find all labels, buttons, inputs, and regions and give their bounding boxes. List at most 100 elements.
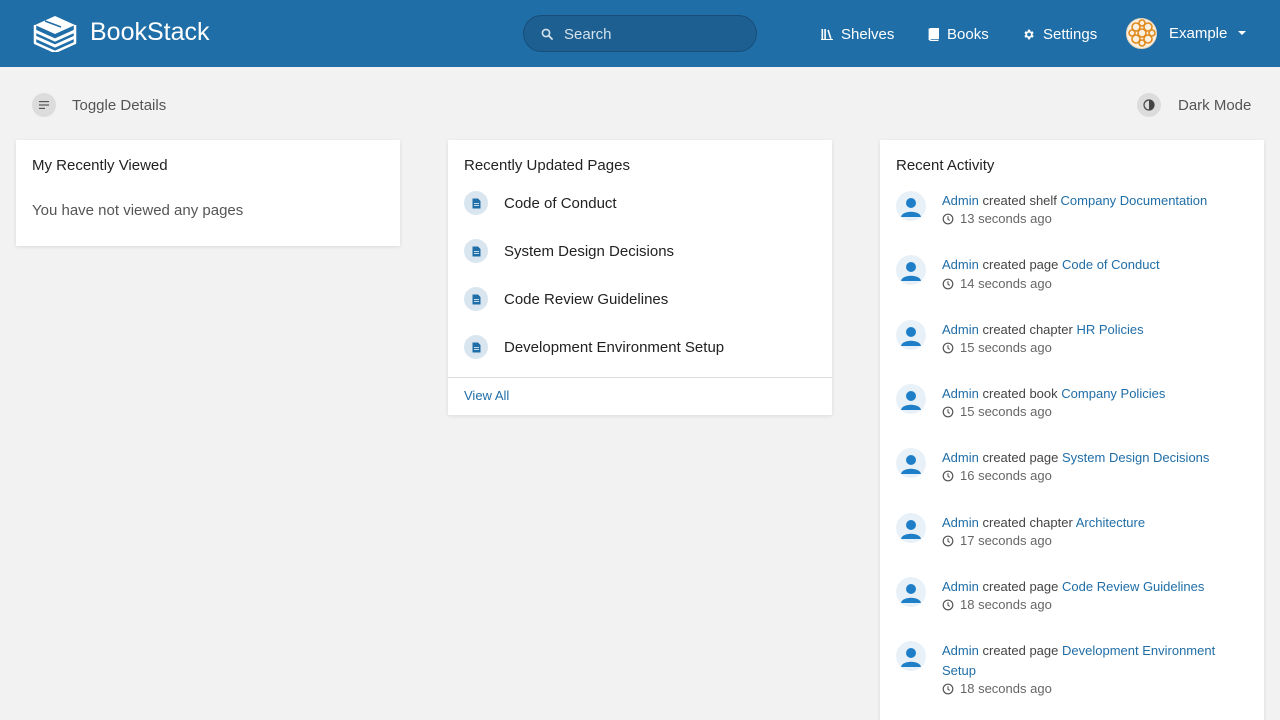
clock-icon [942, 406, 954, 417]
activity-action: created page [982, 579, 1059, 594]
book-icon [928, 27, 939, 41]
page-link-item[interactable]: Code Review Guidelines [464, 287, 668, 311]
search-input[interactable] [564, 24, 744, 44]
activity-time: 16 seconds ago [942, 468, 1052, 483]
activity-text: Admin created shelf Company Documentatio… [942, 191, 1232, 211]
activity-target-link[interactable]: Architecture [1076, 515, 1145, 530]
page-link-label: Code of Conduct [504, 194, 617, 212]
activity-action: created chapter [982, 322, 1073, 337]
nav-shelves-label: Shelves [841, 25, 895, 43]
recently-updated-title: Recently Updated Pages [464, 157, 630, 174]
activity-user-link[interactable]: Admin [942, 386, 979, 401]
clock-icon [942, 278, 954, 289]
activity-target-link[interactable]: Code Review Guidelines [1062, 579, 1204, 594]
page-icon [464, 335, 488, 359]
clock-icon [942, 535, 954, 546]
user-avatar-icon [896, 448, 926, 478]
activity-target-link[interactable]: System Design Decisions [1062, 450, 1209, 465]
page-link-item[interactable]: Development Environment Setup [464, 335, 724, 359]
user-avatar-icon [896, 641, 926, 671]
activity-time-label: 16 seconds ago [960, 468, 1052, 483]
activity-target-link[interactable]: Company Policies [1061, 386, 1165, 401]
user-avatar-icon [896, 320, 926, 350]
nav-shelves[interactable]: Shelves [821, 24, 894, 44]
app-name: BookStack [90, 18, 210, 46]
page-icon [464, 239, 488, 263]
activity-target-link[interactable]: Code of Conduct [1062, 257, 1160, 272]
clock-icon [942, 470, 954, 481]
activity-user-link[interactable]: Admin [942, 193, 979, 208]
user-avatar-icon [896, 191, 926, 221]
nav-books-label: Books [947, 25, 989, 43]
page-link-label: Code Review Guidelines [504, 290, 669, 308]
clock-icon [942, 342, 954, 353]
activity-action: created page [982, 450, 1059, 465]
activity-time-label: 15 seconds ago [960, 404, 1052, 419]
activity-text: Admin created book Company Policies [942, 384, 1232, 404]
dark-mode-label: Dark Mode [1178, 96, 1252, 114]
search-icon [541, 28, 553, 40]
activity-time-label: 18 seconds ago [960, 597, 1052, 612]
activity-text: Admin created page Code of Conduct [942, 255, 1232, 275]
recent-activity-title: Recent Activity [896, 157, 995, 174]
user-menu[interactable]: Example [1126, 17, 1247, 49]
user-avatar-icon [896, 255, 926, 285]
clock-icon [942, 599, 954, 610]
user-avatar-icon [896, 513, 926, 543]
dark-mode-icon [1137, 93, 1161, 117]
recently-viewed-empty-text: You have not viewed any pages [32, 202, 244, 219]
activity-text: Admin created page Code Review Guideline… [942, 577, 1232, 597]
toggle-details-button[interactable]: Toggle Details [32, 93, 166, 117]
activity-action: created shelf [982, 193, 1057, 208]
activity-time-label: 18 seconds ago [960, 681, 1052, 696]
activity-user-link[interactable]: Admin [942, 450, 979, 465]
user-avatar-pattern-icon [1127, 19, 1156, 47]
user-avatar-icon [896, 577, 926, 607]
activity-target-link[interactable]: Company Documentation [1061, 193, 1208, 208]
activity-time: 15 seconds ago [942, 340, 1052, 355]
activity-user-link[interactable]: Admin [942, 643, 979, 658]
nav-settings-label: Settings [1043, 25, 1098, 43]
activity-user-link[interactable]: Admin [942, 579, 979, 594]
page-link-label: System Design Decisions [504, 242, 675, 260]
shelves-icon [821, 29, 833, 40]
activity-text: Admin created chapter HR Policies [942, 320, 1232, 340]
nav-books[interactable]: Books [928, 24, 989, 44]
toggle-details-icon [32, 93, 56, 117]
activity-action: created page [982, 643, 1059, 658]
gear-icon [1024, 29, 1034, 39]
user-avatar-icon [896, 384, 926, 414]
app-header: BookStack Shelves Books Settings [0, 0, 1280, 67]
recently-updated-card: Recently Updated Pages Code of Conduct S… [448, 140, 832, 415]
activity-time: 15 seconds ago [942, 404, 1052, 419]
activity-action: created book [982, 386, 1058, 401]
view-all-link[interactable]: View All [464, 388, 509, 403]
clock-icon [942, 683, 954, 694]
activity-user-link[interactable]: Admin [942, 515, 979, 530]
activity-user-link[interactable]: Admin [942, 322, 979, 337]
activity-action: created page [982, 257, 1059, 272]
page-link-item[interactable]: System Design Decisions [464, 239, 674, 263]
activity-time-label: 13 seconds ago [960, 211, 1052, 226]
page-icon [464, 191, 488, 215]
card-divider [448, 377, 832, 378]
activity-time-label: 17 seconds ago [960, 533, 1052, 548]
activity-user-link[interactable]: Admin [942, 257, 979, 272]
recently-viewed-title: My Recently Viewed [32, 157, 168, 174]
activity-text: Admin created page Development Environme… [942, 641, 1232, 681]
search-box [523, 15, 757, 52]
recent-activity-card: Recent Activity Admin created shelf Comp… [880, 140, 1264, 720]
dark-mode-button[interactable]: Dark Mode [1137, 93, 1251, 117]
app-logo[interactable]: BookStack [33, 14, 210, 52]
activity-time: 18 seconds ago [942, 681, 1052, 696]
activity-text: Admin created page System Design Decisio… [942, 448, 1232, 468]
activity-text: Admin created chapter Architecture [942, 513, 1232, 533]
activity-target-link[interactable]: HR Policies [1076, 322, 1143, 337]
activity-time: 14 seconds ago [942, 276, 1052, 291]
nav-settings[interactable]: Settings [1022, 24, 1097, 44]
activity-time: 13 seconds ago [942, 211, 1052, 226]
page-link-label: Development Environment Setup [504, 338, 725, 356]
recently-viewed-card: My Recently Viewed You have not viewed a… [16, 140, 400, 246]
page-link-item[interactable]: Code of Conduct [464, 191, 617, 215]
activity-action: created chapter [982, 515, 1073, 530]
